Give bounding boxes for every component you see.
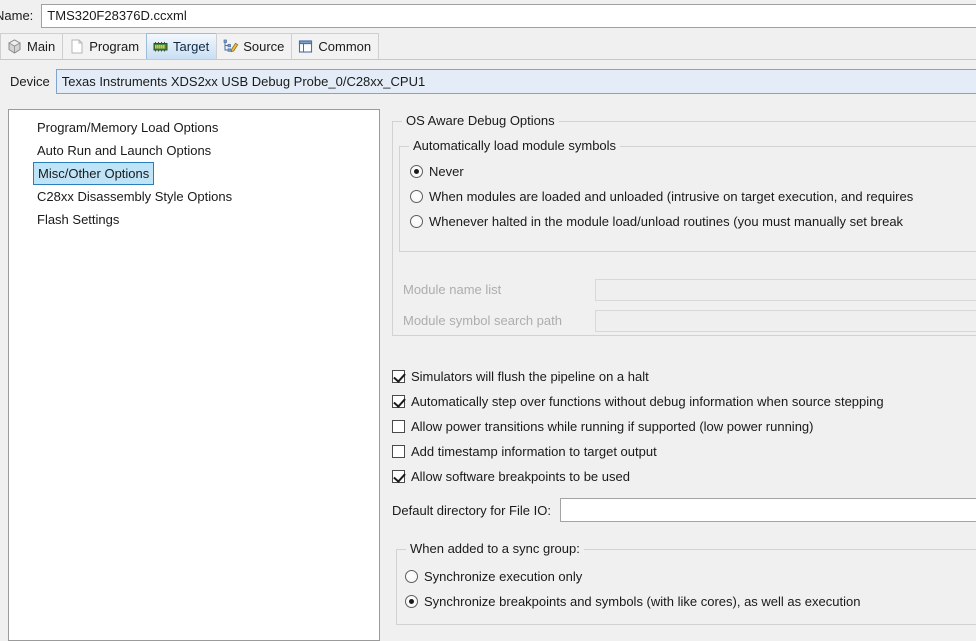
misc-other-options-panel: OS Aware Debug Options Automatically loa… xyxy=(388,109,976,641)
sync-group-title: When added to a sync group: xyxy=(406,541,584,556)
tree-row: C28xx Disassembly Style Options xyxy=(9,185,379,208)
options-tree-panel: Program/Memory Load Options Auto Run and… xyxy=(8,109,380,641)
device-row: Device Texas Instruments XDS2xx USB Debu… xyxy=(0,62,976,100)
radio-whenever-halted-label: Whenever halted in the module load/unloa… xyxy=(429,214,904,229)
checkbox-step-over-functions-label: Automatically step over functions withou… xyxy=(411,394,884,409)
device-combo[interactable]: Texas Instruments XDS2xx USB Debug Probe… xyxy=(55,68,976,94)
checkbox-allow-power-transitions-label: Allow power transitions while running if… xyxy=(411,419,814,434)
checkbox-flush-pipeline-label: Simulators will flush the pipeline on a … xyxy=(411,369,649,384)
radio-row-whenever-halted[interactable]: Whenever halted in the module load/unloa… xyxy=(410,209,913,234)
default-file-io-directory-label: Default directory for File IO: xyxy=(392,502,551,518)
checkbox-row-software-breakpoints[interactable]: Allow software breakpoints to be used xyxy=(392,464,976,489)
tab-target[interactable]: Target xyxy=(146,33,218,59)
sync-radio-list: Synchronize execution only Synchronize b… xyxy=(405,564,860,614)
radio-synchronize-execution-only[interactable] xyxy=(405,570,418,583)
tab-main-label: Main xyxy=(27,39,56,54)
checkbox-add-timestamp[interactable] xyxy=(392,445,405,458)
radio-synchronize-breakpoints-and-symbols[interactable] xyxy=(405,595,418,608)
radio-synchronize-breakpoints-and-symbols-label: Synchronize breakpoints and symbols (wit… xyxy=(424,594,861,609)
tab-source-label: Source xyxy=(243,39,285,54)
tree-row: Auto Run and Launch Options xyxy=(9,139,379,162)
debug-configuration-dialog: Name: TMS320F28376D.ccxml Main Program xyxy=(0,0,976,641)
module-symbol-search-path-input xyxy=(595,309,976,332)
radio-when-modules-loaded-label: When modules are loaded and unloaded (in… xyxy=(429,189,914,204)
options-checkbox-list: Simulators will flush the pipeline on a … xyxy=(392,364,976,489)
checkbox-row-add-timestamp[interactable]: Add timestamp information to target outp… xyxy=(392,439,976,464)
checkbox-flush-pipeline[interactable] xyxy=(392,370,405,383)
module-name-list-label: Module name list xyxy=(403,282,502,297)
radio-row-when-modules-loaded[interactable]: When modules are loaded and unloaded (in… xyxy=(410,184,913,209)
radio-row-synchronize-execution-only[interactable]: Synchronize execution only xyxy=(405,564,860,589)
radio-row-never[interactable]: Never xyxy=(410,159,913,184)
tree-row: Program/Memory Load Options xyxy=(9,116,379,139)
automatically-load-module-symbols-title: Automatically load module symbols xyxy=(409,138,621,153)
checkbox-row-allow-power-transitions[interactable]: Allow power transitions while running if… xyxy=(392,414,976,439)
tab-common[interactable]: Common xyxy=(291,33,380,59)
auto-load-radio-list: Never When modules are loaded and unload… xyxy=(410,159,913,234)
name-row: Name: TMS320F28376D.ccxml xyxy=(0,0,976,31)
source-tree-icon xyxy=(222,38,239,55)
checkbox-software-breakpoints-label: Allow software breakpoints to be used xyxy=(411,469,630,484)
radio-row-synchronize-breakpoints-and-symbols[interactable]: Synchronize breakpoints and symbols (wit… xyxy=(405,589,860,614)
module-name-list-row: Module name list xyxy=(399,274,976,305)
tree-item-program-memory-load-options[interactable]: Program/Memory Load Options xyxy=(33,116,222,139)
tab-program[interactable]: Program xyxy=(62,33,148,59)
sync-group-options: When added to a sync group: Synchronize … xyxy=(396,541,976,625)
module-symbol-search-path-label: Module symbol search path xyxy=(403,313,562,328)
cube-icon xyxy=(6,38,23,55)
os-aware-debug-options-group: OS Aware Debug Options Automatically loa… xyxy=(392,113,976,336)
default-file-io-directory-input[interactable] xyxy=(559,498,976,522)
tree-item-c28xx-disassembly-style-options[interactable]: C28xx Disassembly Style Options xyxy=(33,185,236,208)
tab-bar: Main Program Target Source Common xyxy=(0,33,976,60)
radio-synchronize-execution-only-label: Synchronize execution only xyxy=(424,569,583,584)
os-aware-debug-options-title: OS Aware Debug Options xyxy=(402,113,559,128)
module-symbol-search-path-row: Module symbol search path xyxy=(399,305,976,336)
checkbox-add-timestamp-label: Add timestamp information to target outp… xyxy=(411,444,657,459)
automatically-load-module-symbols-group: Automatically load module symbols Never … xyxy=(399,138,976,252)
checkbox-row-step-over-functions[interactable]: Automatically step over functions withou… xyxy=(392,389,976,414)
default-file-io-directory-row: Default directory for File IO: xyxy=(392,496,976,524)
document-icon xyxy=(68,38,85,55)
chip-icon xyxy=(152,38,169,55)
tab-common-label: Common xyxy=(318,39,372,54)
module-fields: Module name list Module symbol search pa… xyxy=(399,274,976,336)
checkbox-row-flush-pipeline[interactable]: Simulators will flush the pipeline on a … xyxy=(392,364,976,389)
name-label: Name: xyxy=(0,8,34,23)
tree-item-auto-run-and-launch-options[interactable]: Auto Run and Launch Options xyxy=(33,139,215,162)
module-name-list-input xyxy=(595,278,976,301)
device-label: Device xyxy=(10,73,50,89)
tree-row: Misc/Other Options xyxy=(9,162,379,185)
checkbox-software-breakpoints[interactable] xyxy=(392,470,405,483)
tab-program-label: Program xyxy=(89,39,140,54)
checkbox-step-over-functions[interactable] xyxy=(392,395,405,408)
tree-row: Flash Settings xyxy=(9,208,379,231)
checkbox-allow-power-transitions[interactable] xyxy=(392,420,405,433)
tab-main[interactable]: Main xyxy=(0,33,64,59)
tree-item-flash-settings[interactable]: Flash Settings xyxy=(33,208,123,231)
window-icon xyxy=(297,38,314,55)
name-input[interactable]: TMS320F28376D.ccxml xyxy=(41,3,976,28)
radio-whenever-halted[interactable] xyxy=(410,215,423,228)
tab-source[interactable]: Source xyxy=(216,33,293,59)
tab-target-label: Target xyxy=(173,39,210,54)
radio-never[interactable] xyxy=(410,165,423,178)
radio-when-modules-loaded[interactable] xyxy=(410,190,423,203)
tree-item-misc-other-options[interactable]: Misc/Other Options xyxy=(33,162,155,185)
radio-never-label: Never xyxy=(429,164,464,179)
